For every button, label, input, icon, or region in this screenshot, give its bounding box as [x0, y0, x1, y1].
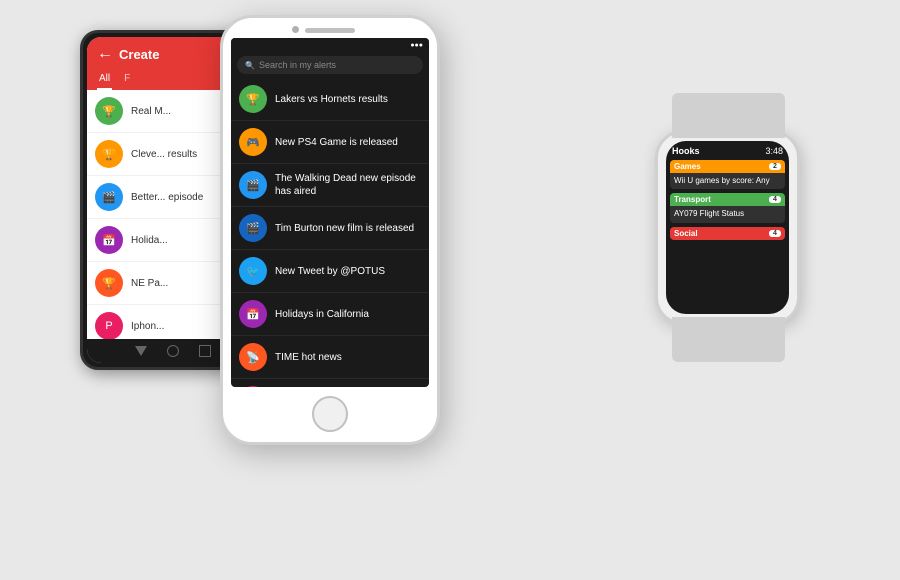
games-badge: 2: [769, 163, 781, 170]
item-text: New Tweet by @POTUS: [275, 265, 385, 278]
item-text: Tim Burton new film is released: [275, 222, 414, 235]
item-text: Lakers vs Hornets results: [275, 93, 388, 106]
watch-section-transport: Transport 4 AY079 Flight Status: [670, 193, 785, 222]
item-icon: 📅: [239, 300, 267, 328]
iphone-speaker: [305, 28, 355, 33]
list-item[interactable]: 🏆 Lakers vs Hornets results: [231, 78, 429, 121]
item-text: The Walking Dead new episode has aired: [275, 172, 421, 198]
item-text: NE Pa...: [131, 277, 168, 290]
social-header: Social 4: [670, 227, 785, 240]
item-icon: 🎮: [239, 128, 267, 156]
list-item[interactable]: 🎵 U2 new music album: [231, 379, 429, 387]
list-item[interactable]: 🎬 Tim Burton new film is released: [231, 207, 429, 250]
item-icon: 🐦: [239, 257, 267, 285]
iphone-camera: [292, 26, 299, 33]
list-item[interactable]: 🎮 New PS4 Game is released: [231, 121, 429, 164]
item-icon: 🎬: [239, 214, 267, 242]
item-text: New PS4 Game is released: [275, 136, 398, 149]
item-text: Better... episode: [131, 191, 203, 204]
iphone: ●●● 🔍 Search in my alerts 🏆 Lakers vs Ho…: [220, 15, 440, 445]
back-icon[interactable]: ←: [97, 45, 113, 63]
list-item[interactable]: 🐦 New Tweet by @POTUS: [231, 250, 429, 293]
item-text: Iphon...: [131, 320, 164, 333]
tab-f[interactable]: F: [122, 69, 132, 90]
watch-app-title: Hooks: [672, 146, 700, 156]
iphone-home-button[interactable]: [312, 396, 348, 432]
list-item[interactable]: 🎬 The Walking Dead new episode has aired: [231, 164, 429, 207]
item-icon: 🏆: [239, 85, 267, 113]
watch-time: 3:48: [765, 146, 783, 156]
search-placeholder: Search in my alerts: [259, 60, 336, 70]
transport-header: Transport 4: [670, 193, 785, 206]
iphone-status-bar: ●●●: [231, 38, 429, 52]
iphone-list: 🏆 Lakers vs Hornets results 🎮 New PS4 Ga…: [231, 78, 429, 387]
transport-content: AY079 Flight Status: [670, 206, 785, 222]
iphone-screen: ●●● 🔍 Search in my alerts 🏆 Lakers vs Ho…: [231, 38, 429, 387]
watch-section-social: Social 4: [670, 227, 785, 240]
item-icon: 📡: [239, 343, 267, 371]
games-content: Wii U games by score: Any: [670, 173, 785, 189]
item-icon: 🎬: [239, 171, 267, 199]
search-bar[interactable]: 🔍 Search in my alerts: [237, 56, 423, 74]
watch-band-bottom: [672, 317, 785, 362]
watch-header: Hooks 3:48: [666, 141, 789, 158]
list-item[interactable]: 📡 TIME hot news: [231, 336, 429, 379]
item-icon: 🏆: [95, 97, 123, 125]
games-label: Games: [674, 162, 701, 171]
item-text: TIME hot news: [275, 351, 342, 364]
transport-label: Transport: [674, 195, 711, 204]
apple-watch: Hooks 3:48 Games 2 Wii U games by score:…: [655, 130, 800, 325]
item-icon: 🏆: [95, 140, 123, 168]
recents-nav-icon[interactable]: [199, 345, 211, 357]
item-icon: 🎬: [95, 183, 123, 211]
item-text: Holidays in California: [275, 308, 369, 321]
item-text: Cleve... results: [131, 148, 197, 161]
item-text: Real M...: [131, 105, 171, 118]
item-text: Holida...: [131, 234, 168, 247]
search-icon: 🔍: [245, 61, 255, 70]
watch-band-top: [672, 93, 785, 138]
item-icon: P: [95, 312, 123, 339]
status-text: ●●●: [410, 42, 423, 49]
scene: ← Create All F 🏆 Real M... 🏆 Cleve... re…: [20, 10, 880, 570]
list-item[interactable]: 📅 Holidays in California: [231, 293, 429, 336]
watch-section-games: Games 2 Wii U games by score: Any: [670, 160, 785, 189]
games-header: Games 2: [670, 160, 785, 173]
tab-all[interactable]: All: [97, 69, 112, 90]
item-icon: 🎵: [239, 386, 267, 387]
social-badge: 4: [769, 230, 781, 237]
back-nav-icon[interactable]: [135, 346, 147, 356]
item-icon: 🏆: [95, 269, 123, 297]
item-icon: 📅: [95, 226, 123, 254]
watch-screen: Hooks 3:48 Games 2 Wii U games by score:…: [666, 141, 789, 314]
transport-badge: 4: [769, 196, 781, 203]
social-label: Social: [674, 229, 698, 238]
home-nav-icon[interactable]: [167, 345, 179, 357]
